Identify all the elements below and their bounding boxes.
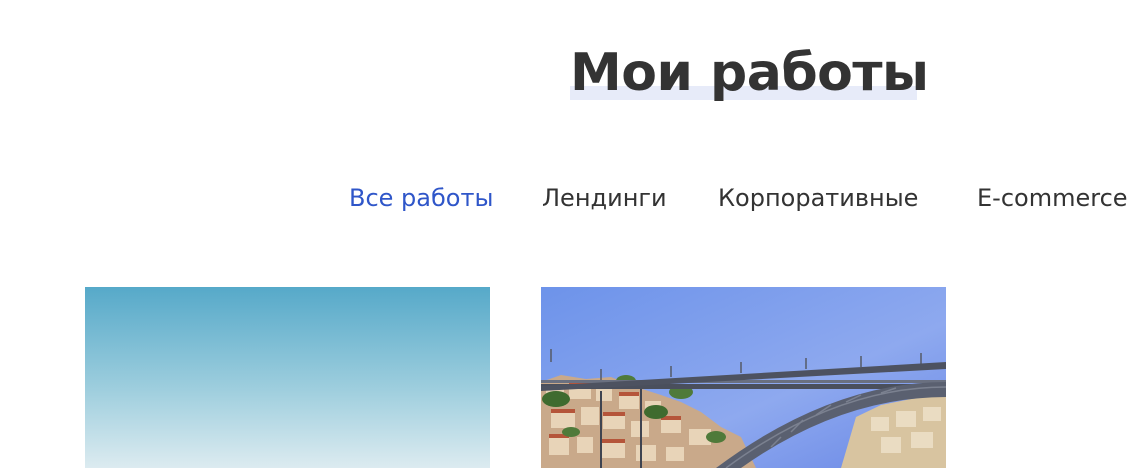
- tab-all-works[interactable]: Все работы: [349, 180, 493, 216]
- title-block: Мои работы: [570, 38, 929, 108]
- tab-corporate[interactable]: Корпоративные: [718, 180, 918, 216]
- portfolio-image-sky: [85, 287, 490, 468]
- portfolio-card[interactable]: [541, 287, 946, 468]
- portfolio-filter-tabs: Все работы Лендинги Корпоративные E-comm…: [0, 180, 1146, 216]
- portfolio-image-bridge: [541, 287, 946, 468]
- tab-landings[interactable]: Лендинги: [542, 180, 667, 216]
- portfolio-section: Мои работы Все работы Лендинги Корпорати…: [0, 0, 1146, 468]
- page-title: Мои работы: [570, 43, 929, 103]
- tab-ecommerce[interactable]: E-commerce: [977, 180, 1128, 216]
- portfolio-card[interactable]: [85, 287, 490, 468]
